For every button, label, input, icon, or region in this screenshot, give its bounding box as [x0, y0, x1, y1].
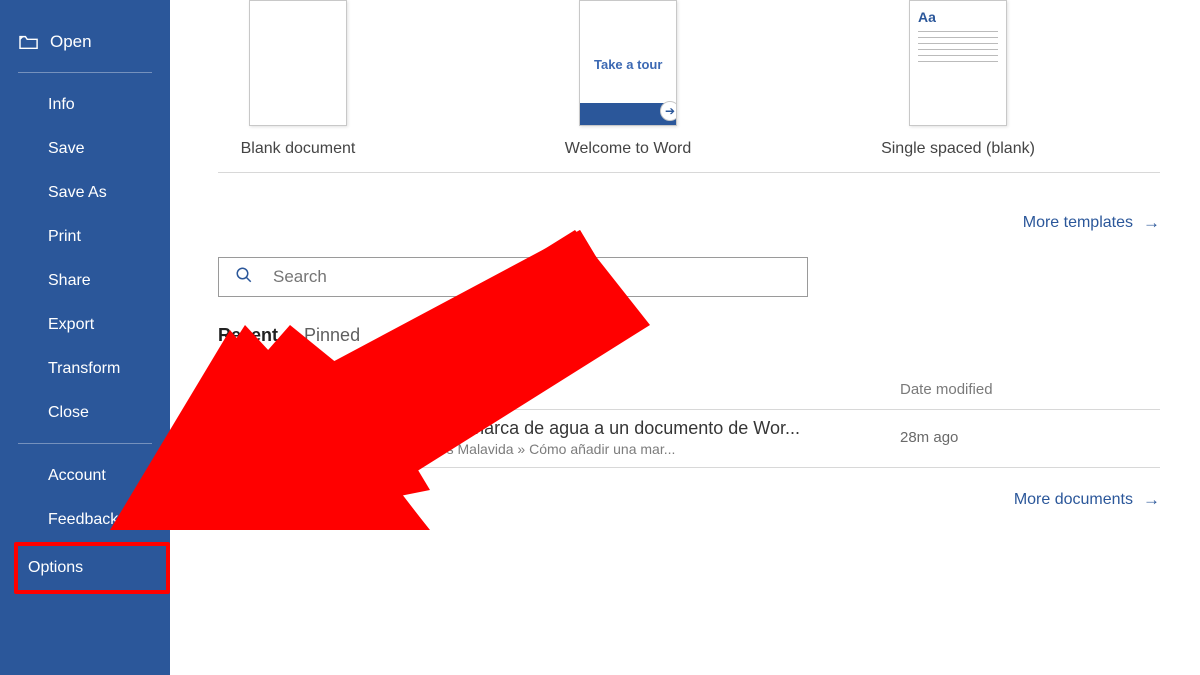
document-row[interactable]: Cómo añadir una marca de agua a un docum…: [218, 410, 1160, 467]
arrow-right-icon: →: [1143, 490, 1160, 510]
search-input[interactable]: [273, 267, 791, 287]
sidebar-item-save-as[interactable]: Save As: [0, 171, 170, 215]
document-name-cell: Cómo añadir una marca de agua a un docum…: [266, 418, 900, 457]
tour-caption: Take a tour: [594, 57, 662, 72]
aa-badge: Aa: [918, 9, 936, 25]
template-welcome-to-word[interactable]: Take a tour ➔ Welcome to Word: [548, 0, 708, 158]
column-name: [266, 381, 900, 403]
template-label: Welcome to Word: [565, 140, 692, 158]
tab-shared-with-me[interactable]: Shared with Me: [486, 325, 611, 355]
recent-tabs: Recent Pinned Shared with Me: [218, 325, 1160, 355]
document-date: 28m ago: [900, 429, 1160, 446]
more-documents-link[interactable]: More documents →: [218, 490, 1160, 510]
more-documents-label: More documents: [1014, 491, 1133, 509]
template-label: Blank document: [241, 140, 356, 158]
list-divider: [218, 467, 1160, 468]
tab-pinned[interactable]: Pinned: [304, 325, 360, 355]
sidebar-divider: [18, 443, 152, 444]
sidebar-item-options[interactable]: Options: [14, 542, 170, 594]
sidebar-item-info[interactable]: Info: [0, 83, 170, 127]
folder-open-icon: [18, 33, 40, 51]
arrow-right-icon: →: [1143, 213, 1160, 233]
search-box[interactable]: [218, 257, 808, 297]
more-templates-label: More templates: [1023, 214, 1133, 232]
search-icon: [235, 266, 253, 289]
document-icon: [218, 381, 266, 403]
sidebar-divider: [18, 72, 152, 73]
more-templates-link[interactable]: More templates →: [218, 213, 1160, 233]
template-label: Single spaced (blank): [881, 140, 1035, 158]
sidebar-item-close[interactable]: Close: [0, 391, 170, 435]
sidebar-item-open[interactable]: Open: [0, 20, 170, 64]
document-title: Cómo añadir una marca de agua a un docum…: [326, 418, 900, 439]
sidebar-item-print[interactable]: Print: [0, 215, 170, 259]
arrow-right-icon: ➔: [660, 101, 677, 121]
sidebar-item-save[interactable]: Save: [0, 127, 170, 171]
document-list-header: Date modified: [218, 381, 1160, 409]
template-thumb-blank: [249, 0, 347, 126]
template-row: Blank document Take a tour ➔ Welcome to …: [218, 0, 1160, 158]
section-divider: [218, 172, 1160, 173]
backstage-main: Blank document Take a tour ➔ Welcome to …: [170, 0, 1200, 675]
column-date-modified: Date modified: [900, 381, 1160, 403]
sidebar-item-transform[interactable]: Transform: [0, 347, 170, 391]
document-path: Escritorio » Artículos Malavida » Cómo a…: [326, 441, 900, 457]
sidebar-item-feedback[interactable]: Feedback: [0, 498, 170, 542]
text-lines-icon: [918, 31, 998, 67]
template-blank-document[interactable]: Blank document: [218, 0, 378, 158]
tab-recent[interactable]: Recent: [218, 325, 278, 355]
sidebar-item-account[interactable]: Account: [0, 454, 170, 498]
sidebar-item-export[interactable]: Export: [0, 303, 170, 347]
sidebar-open-label: Open: [50, 32, 92, 52]
template-thumb-single-spaced: Aa: [909, 0, 1007, 126]
sidebar-item-share[interactable]: Share: [0, 259, 170, 303]
backstage-sidebar: Open Info Save Save As Print Share Expor…: [0, 0, 170, 675]
template-thumb-tour: Take a tour ➔: [579, 0, 677, 126]
template-single-spaced[interactable]: Aa Single spaced (blank): [878, 0, 1038, 158]
